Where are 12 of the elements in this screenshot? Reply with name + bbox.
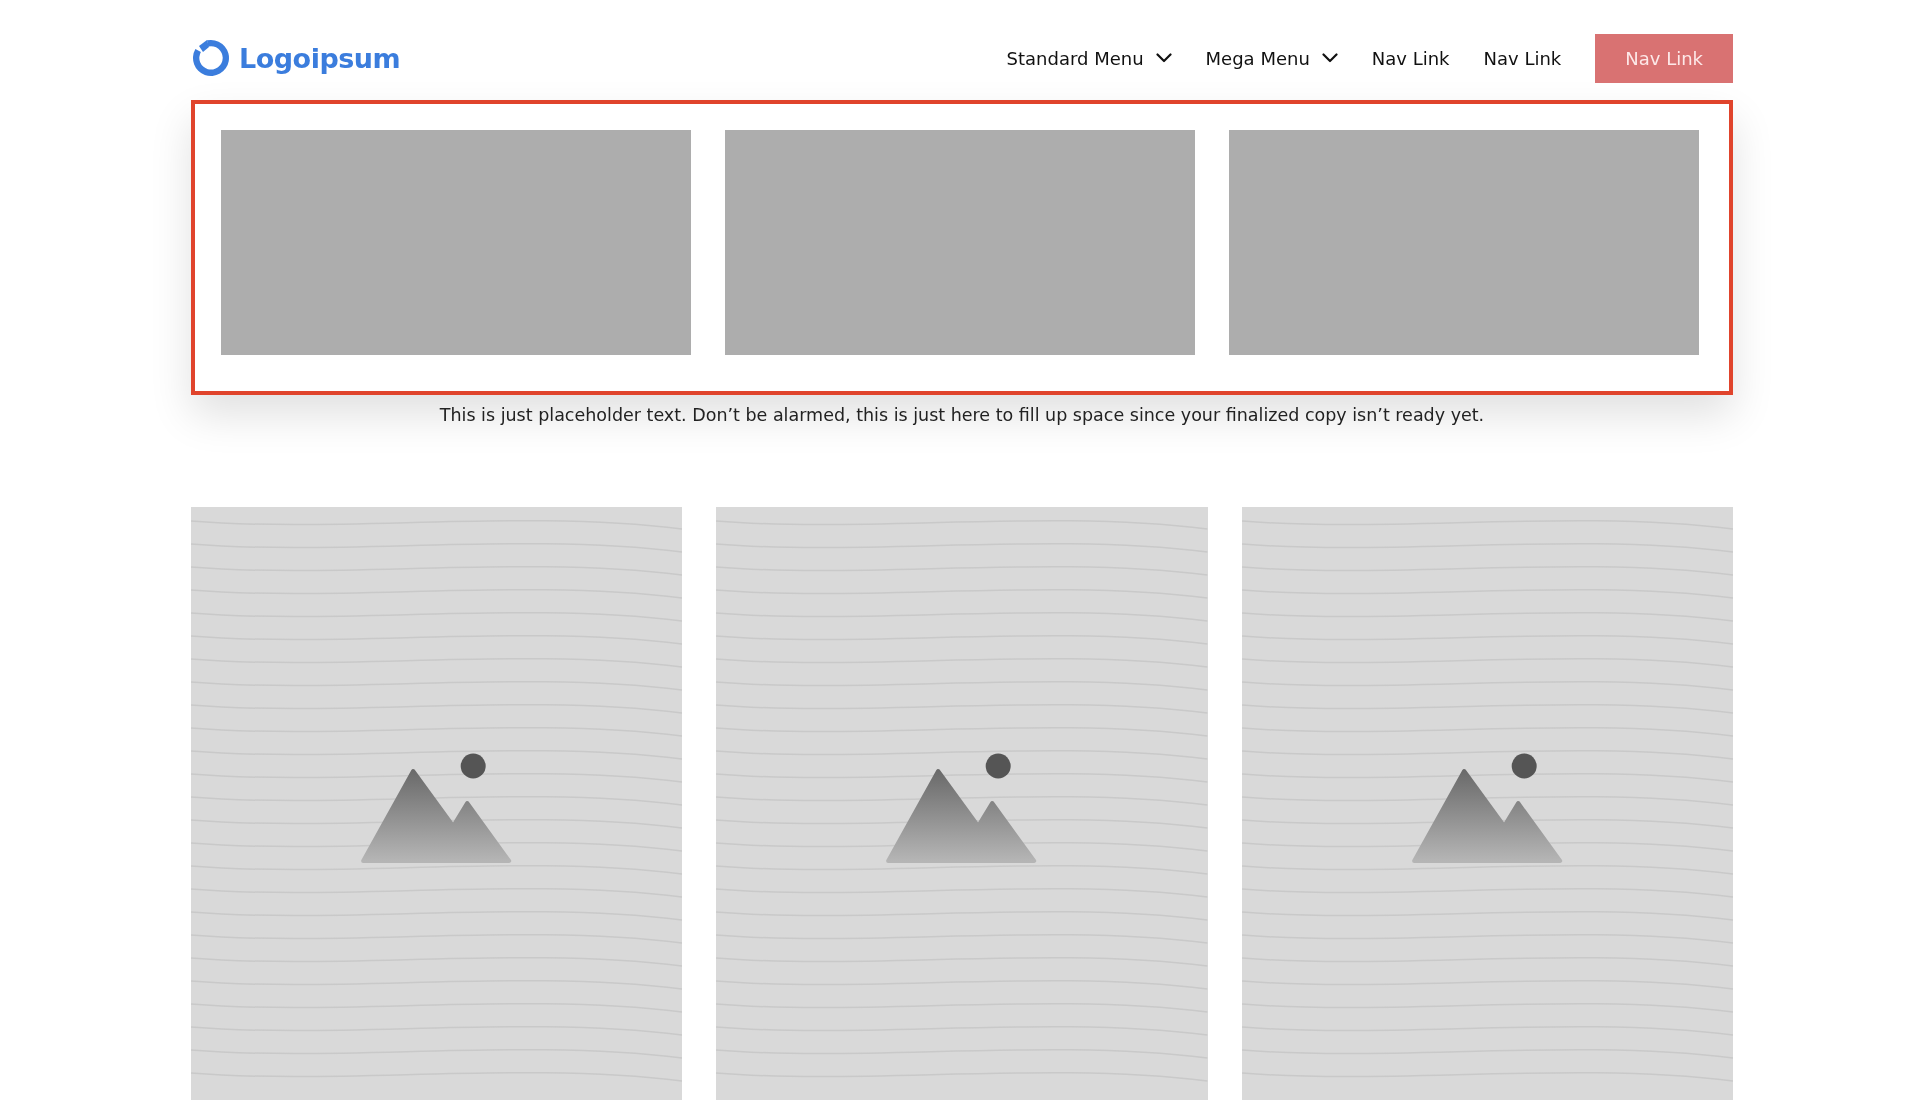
image-icon xyxy=(1411,753,1562,863)
nav-link[interactable]: Nav Link xyxy=(1371,47,1450,69)
logo-icon xyxy=(191,38,231,78)
chevron-down-icon xyxy=(1155,53,1172,63)
image-icon xyxy=(361,753,512,863)
nav-dropdown[interactable]: Mega Menu xyxy=(1205,47,1338,69)
chevron-down-icon xyxy=(1321,53,1338,63)
nav-dropdown[interactable]: Standard Menu xyxy=(1006,47,1172,69)
image-icon xyxy=(886,753,1037,863)
logo-text[interactable]: Logoipsum xyxy=(239,42,401,74)
placeholder-text: This is just placeholder text. Don’t be alarmed, this is just here to fill up space since your finalized copy isn’t ready yet. xyxy=(438,405,1486,425)
nav-link[interactable]: Nav Link xyxy=(1483,47,1562,69)
